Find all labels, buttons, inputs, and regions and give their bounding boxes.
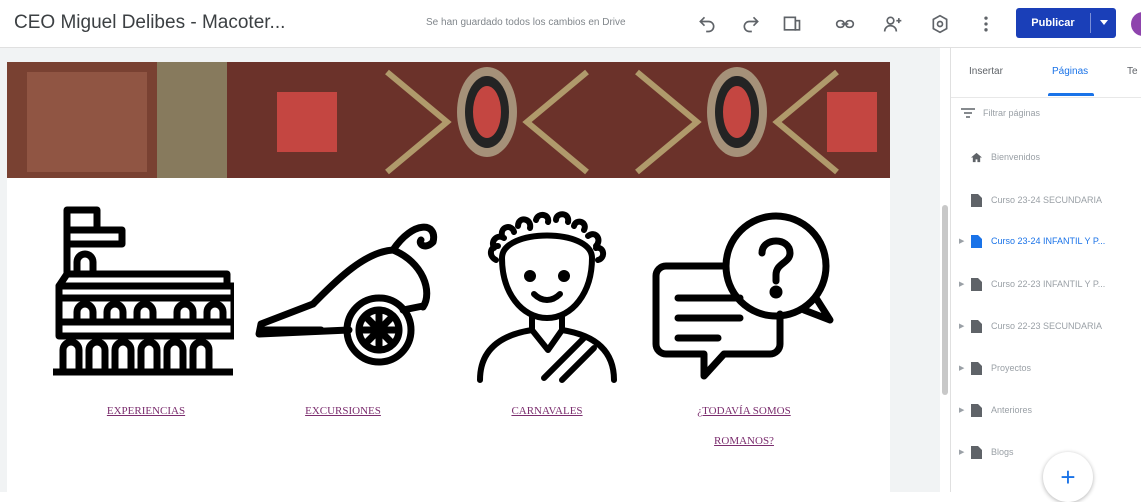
undo-icon[interactable]	[694, 12, 720, 36]
home-icon	[971, 152, 982, 162]
page-icon	[971, 361, 982, 375]
top-bar: CEO Miguel Delibes - Macoter... Se han g…	[0, 0, 1141, 48]
section-link-excursiones[interactable]: EXCURSIONES	[288, 405, 398, 417]
redo-icon[interactable]	[738, 12, 764, 36]
page-item-proyectos[interactable]: ▶ Proyectos	[951, 358, 1141, 378]
avatar[interactable]	[1131, 12, 1141, 36]
share-icon[interactable]	[880, 12, 906, 36]
pages-panel: Insertar Páginas Te Filtrar páginas Bien…	[950, 48, 1141, 492]
page-item-label: Anteriores	[991, 405, 1033, 415]
question-chat-icon[interactable]	[652, 208, 842, 383]
filter-pages[interactable]: Filtrar páginas	[961, 108, 1040, 118]
preview-icon[interactable]	[779, 12, 805, 36]
panel-tabs: Insertar Páginas Te	[951, 48, 1141, 98]
page-item-curso-2324-infantil[interactable]: ▶ Curso 23-24 INFANTIL Y P...	[951, 231, 1141, 251]
expand-arrow-icon[interactable]: ▶	[959, 322, 969, 330]
roman-emperor-icon[interactable]	[472, 208, 622, 388]
page-content: EXPERIENCIAS EXCURSIONES CARNAVALES ¿TOD…	[7, 62, 890, 492]
site-title[interactable]: CEO Miguel Delibes - Macoter...	[14, 12, 285, 34]
expand-arrow-icon[interactable]: ▶	[959, 237, 969, 245]
page-icon	[971, 234, 982, 248]
page-item-label: Curso 23-24 SECUNDARIA	[991, 195, 1103, 205]
filter-icon	[961, 108, 975, 118]
page-item-label: Curso 22-23 INFANTIL Y P...	[991, 279, 1106, 289]
banner-image[interactable]	[7, 62, 890, 178]
add-page-label: +	[1060, 462, 1076, 492]
canvas-scrollbar[interactable]	[942, 205, 948, 395]
section-link-romanos-line2[interactable]: ROMANOS?	[689, 435, 799, 447]
page-item-label: Proyectos	[991, 363, 1032, 373]
tab-temas[interactable]: Te	[1127, 66, 1138, 77]
expand-arrow-icon[interactable]: ▶	[959, 448, 969, 456]
page-item-curso-2324-secundaria[interactable]: Curso 23-24 SECUNDARIA	[951, 190, 1141, 210]
page-icon	[971, 445, 982, 459]
page-item-curso-2223-infantil[interactable]: ▶ Curso 22-23 INFANTIL Y P...	[951, 274, 1141, 294]
page-icon	[971, 277, 982, 291]
page-item-curso-2223-secundaria[interactable]: ▶ Curso 22-23 SECUNDARIA	[951, 316, 1141, 336]
page-icon	[971, 403, 982, 417]
page-item-anteriores[interactable]: ▶ Anteriores	[951, 400, 1141, 420]
publish-button[interactable]: Publicar	[1016, 8, 1116, 38]
page-item-blogs[interactable]: ▶ Blogs	[951, 442, 1141, 462]
page-item-label: Blogs	[991, 447, 1014, 457]
chariot-icon[interactable]	[253, 212, 448, 377]
page-item-label: Curso 22-23 SECUNDARIA	[991, 321, 1103, 331]
settings-icon[interactable]	[927, 12, 953, 36]
tab-paginas[interactable]: Páginas	[1052, 66, 1088, 77]
publish-dropdown-icon[interactable]	[1091, 20, 1116, 26]
filter-placeholder: Filtrar páginas	[983, 108, 1041, 118]
link-icon[interactable]	[832, 12, 858, 36]
page-item-label: Curso 23-24 INFANTIL Y P...	[991, 236, 1106, 246]
expand-arrow-icon[interactable]: ▶	[959, 280, 969, 288]
page-item-bienvenidos[interactable]: Bienvenidos	[951, 147, 1141, 167]
expand-arrow-icon[interactable]: ▶	[959, 364, 969, 372]
save-status: Se han guardado todos los cambios en Dri…	[426, 17, 626, 28]
publish-label: Publicar	[1031, 17, 1075, 29]
add-page-button[interactable]: +	[1043, 452, 1093, 502]
page-icon	[971, 319, 982, 333]
page-item-label: Bienvenidos	[991, 152, 1041, 162]
section-link-romanos-line1[interactable]: ¿TODAVÍA SOMOS	[689, 405, 799, 417]
section-link-experiencias[interactable]: EXPERIENCIAS	[96, 405, 196, 417]
active-tab-indicator	[1048, 93, 1094, 96]
tab-insertar[interactable]: Insertar	[969, 66, 1003, 77]
colosseum-icon[interactable]	[49, 202, 234, 377]
expand-arrow-icon[interactable]: ▶	[959, 406, 969, 414]
more-icon[interactable]	[973, 12, 999, 36]
page-icon	[971, 193, 982, 207]
section-link-carnavales[interactable]: CARNAVALES	[492, 405, 602, 417]
